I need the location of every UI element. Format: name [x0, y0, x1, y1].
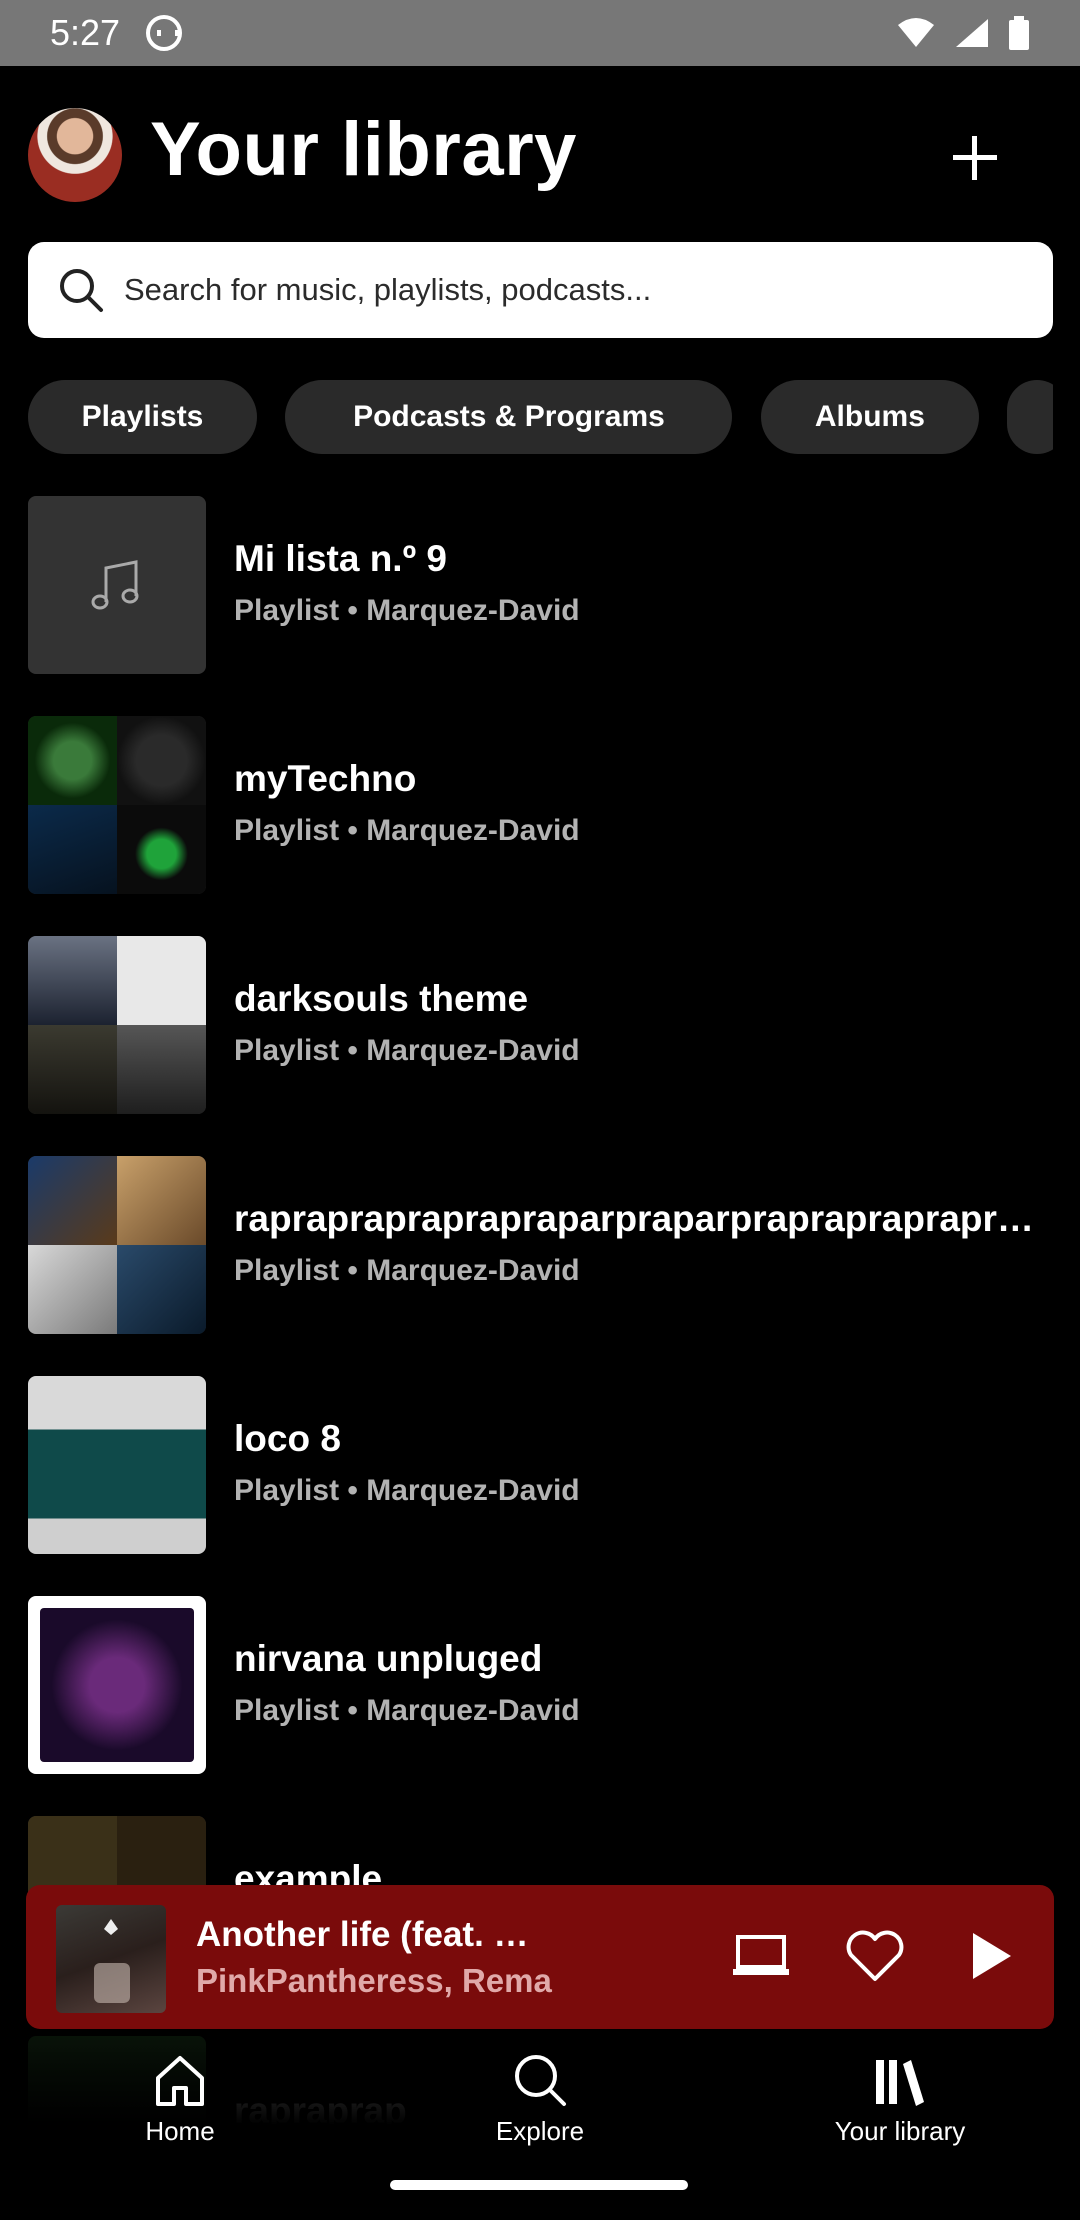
- search-placeholder: Search for music, playlists, podcasts...: [124, 272, 652, 307]
- list-item[interactable]: Mi lista n.º 9 Playlist • Marquez-David: [28, 496, 1053, 674]
- search-input[interactable]: Search for music, playlists, podcasts...: [28, 242, 1053, 338]
- heart-icon: [846, 1930, 904, 1981]
- nav-explore[interactable]: Explore: [420, 2050, 660, 2147]
- filter-chips: Playlists Podcasts & Programs Albums: [28, 380, 1053, 456]
- list-item[interactable]: darksouls theme Playlist • Marquez-David: [28, 936, 1053, 1114]
- laptop-icon: [733, 1935, 789, 1975]
- status-bar: 5:27: [0, 0, 1080, 66]
- list-item-title: loco 8: [234, 1418, 341, 1459]
- status-icons: [896, 16, 1030, 50]
- filter-chip-playlists[interactable]: Playlists: [28, 380, 257, 454]
- now-playing-artist: PinkPantheress, Rema: [196, 1962, 552, 1999]
- list-item[interactable]: nirvana unpluged Playlist • Marquez-Davi…: [28, 1596, 1053, 1774]
- playlist-cover: [28, 936, 206, 1114]
- list-item[interactable]: rapraprapraprapraparpraparpraprapraprapr…: [28, 1156, 1053, 1334]
- search-icon: [60, 269, 103, 312]
- nav-library-label: Your library: [834, 2116, 966, 2146]
- filter-chip-albums[interactable]: Albums: [760, 380, 979, 454]
- list-item-subtitle: Playlist • Marquez-David: [234, 1034, 580, 1067]
- list-item-subtitle: Playlist • Marquez-David: [234, 814, 580, 847]
- list-item-title: darksouls theme: [234, 978, 529, 1019]
- list-item-subtitle: Playlist • Marquez-David: [234, 1694, 580, 1727]
- connect-device-button[interactable]: [726, 1921, 796, 1991]
- like-button[interactable]: [840, 1921, 910, 1991]
- wifi-icon: [898, 18, 934, 47]
- playlist-cover: [28, 1376, 206, 1554]
- playlist-cover: [28, 1156, 206, 1334]
- add-icon[interactable]: [945, 128, 1005, 188]
- library-icon: [876, 2060, 924, 2106]
- nav-explore-label: Explore: [495, 2116, 585, 2146]
- filter-chip-more[interactable]: [1007, 380, 1053, 454]
- playlist-cover: [28, 1596, 206, 1774]
- page-title: Your library: [150, 107, 577, 192]
- dove-icon: [94, 1919, 130, 2003]
- notification-icon: [146, 15, 183, 51]
- playlist-cover: [28, 496, 206, 674]
- list-item-subtitle: Playlist • Marquez-David: [234, 1474, 580, 1507]
- list-item-title: rapraprapraprapraparpraparpraprapraprapr…: [234, 1198, 1039, 1239]
- avatar[interactable]: [28, 108, 122, 202]
- music-note-icon: [91, 560, 139, 610]
- filter-chip-podcasts[interactable]: Podcasts & Programs: [285, 380, 733, 454]
- nav-library[interactable]: Your library: [780, 2050, 1020, 2147]
- list-item[interactable]: loco 8 Playlist • Marquez-David: [28, 1376, 1053, 1554]
- list-item[interactable]: myTechno Playlist • Marquez-David: [28, 716, 1053, 894]
- status-time: 5:27: [50, 12, 121, 53]
- home-indicator[interactable]: [390, 2180, 688, 2190]
- play-button[interactable]: [956, 1921, 1026, 1991]
- mini-player[interactable]: Another life (feat. … PinkPantheress, Re…: [26, 1885, 1054, 2029]
- playlist-cover: [28, 716, 206, 894]
- now-playing-title: Another life (feat. …: [196, 1915, 529, 1954]
- nav-home-label: Home: [145, 2116, 215, 2146]
- play-icon: [973, 1933, 1011, 1979]
- battery-icon: [1009, 16, 1029, 50]
- library-header: Your library: [0, 66, 1080, 241]
- list-item-title: myTechno: [234, 758, 417, 799]
- list-item-subtitle: Playlist • Marquez-David: [234, 594, 580, 627]
- search-icon: [515, 2055, 566, 2106]
- now-playing-art: [56, 1905, 166, 2013]
- signal-icon: [956, 19, 988, 47]
- list-item-title: Mi lista n.º 9: [234, 538, 447, 579]
- home-icon: [156, 2056, 204, 2106]
- nav-home[interactable]: Home: [60, 2050, 300, 2147]
- bottom-nav: Home Explore Your library: [0, 2030, 1080, 2220]
- list-item-title: nirvana unpluged: [234, 1638, 543, 1679]
- list-item-subtitle: Playlist • Marquez-David: [234, 1254, 580, 1287]
